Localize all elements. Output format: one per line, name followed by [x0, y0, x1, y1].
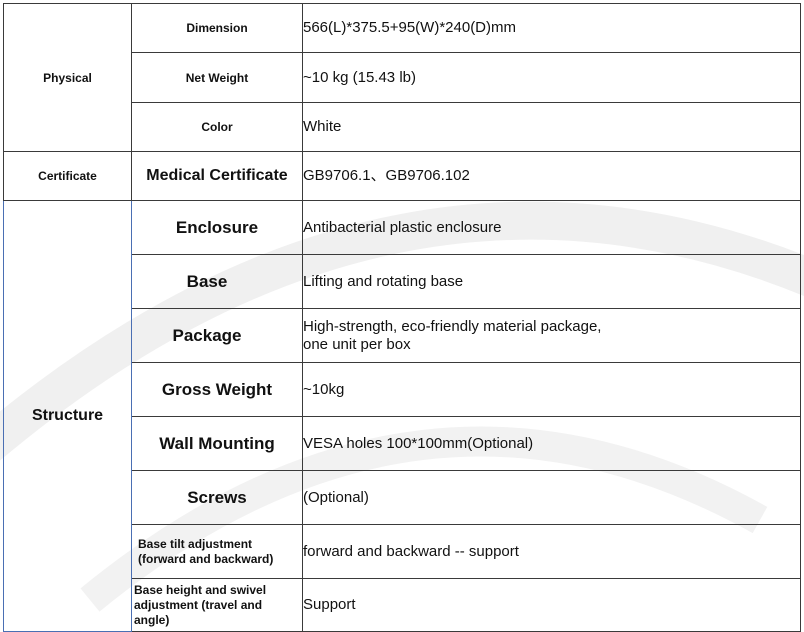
screws-value: (Optional): [302, 470, 801, 525]
gross-weight-value: ~10kg: [302, 362, 801, 417]
color-label: Color: [131, 102, 303, 152]
package-value: High-strength, eco-friendly material pac…: [302, 308, 801, 363]
section-certificate-heading: Certificate: [3, 151, 132, 201]
table-row: Structure Enclosure Antibacterial plasti…: [3, 200, 801, 632]
wall-mounting-label: Wall Mounting: [131, 416, 303, 471]
medical-certificate-value: GB9706.1、GB9706.102: [302, 151, 801, 201]
base-height-swivel-value: Support: [302, 578, 801, 632]
base-tilt-value: forward and backward -- support: [302, 524, 801, 579]
base-tilt-label-line-1: Base tilt adjustment: [138, 536, 253, 551]
dimension-value: 566(L)*375.5+95(W)*240(D)mm: [302, 3, 801, 53]
enclosure-label: Enclosure: [131, 200, 303, 255]
enclosure-value: Antibacterial plastic enclosure: [302, 200, 801, 255]
base-height-swivel-label-line-3: angle): [134, 612, 170, 627]
package-value-line-1: High-strength, eco-friendly material pac…: [303, 317, 602, 335]
package-label: Package: [131, 308, 303, 363]
base-height-swivel-label-line-2: adjustment (travel and: [134, 597, 263, 612]
base-value: Lifting and rotating base: [302, 254, 801, 309]
specification-table: Physical Dimension 566(L)*375.5+95(W)*24…: [3, 3, 801, 632]
gross-weight-label: Gross Weight: [131, 362, 303, 417]
section-physical-heading: Physical: [3, 3, 132, 152]
table-row: Certificate Medical Certificate GB9706.1…: [3, 151, 801, 201]
base-tilt-label-line-2: (forward and backward): [138, 551, 274, 566]
screws-label: Screws: [131, 470, 303, 525]
base-height-swivel-label: Base height and swivel adjustment (trave…: [131, 578, 303, 632]
net-weight-value: ~10 kg (15.43 lb): [302, 52, 801, 103]
table-row: Physical Dimension 566(L)*375.5+95(W)*24…: [3, 3, 801, 152]
dimension-label: Dimension: [131, 3, 303, 53]
package-value-line-2: one unit per box: [303, 335, 411, 353]
section-structure-heading: Structure: [3, 200, 132, 632]
color-value: White: [302, 102, 801, 152]
base-tilt-label: Base tilt adjustment (forward and backwa…: [131, 524, 303, 579]
base-label: Base: [131, 254, 303, 309]
medical-certificate-label: Medical Certificate: [131, 151, 303, 201]
base-height-swivel-label-line-1: Base height and swivel: [134, 582, 267, 597]
wall-mounting-value: VESA holes 100*100mm(Optional): [302, 416, 801, 471]
net-weight-label: Net Weight: [131, 52, 303, 103]
